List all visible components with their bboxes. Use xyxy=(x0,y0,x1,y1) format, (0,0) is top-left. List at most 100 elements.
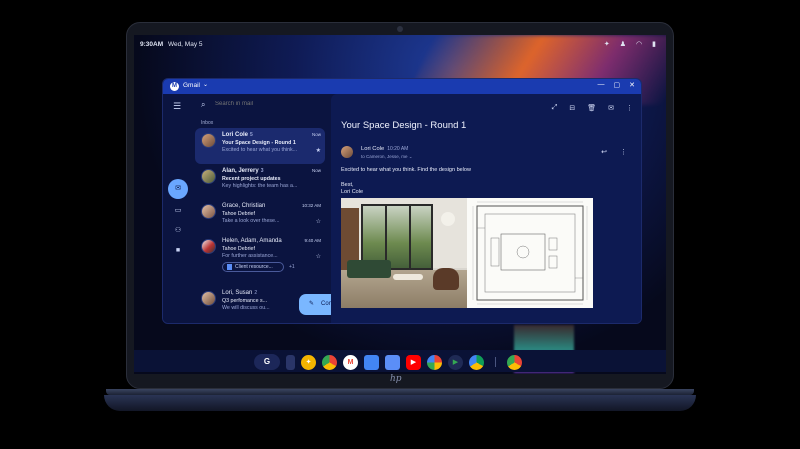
mail-sender: Alan, Jerrery xyxy=(222,168,259,174)
launcher-button[interactable]: G xyxy=(254,354,280,370)
email-recipients-text: to Cameron, Jesse, me xyxy=(361,154,408,159)
play-store-app-icon[interactable]: ▶ xyxy=(448,354,463,370)
spaces-nav-icon[interactable]: ⚇ xyxy=(168,224,188,238)
mail-sender-wrap: Lori Cole 5 xyxy=(222,132,253,138)
email-body-line: Excited to hear what you think. Find the… xyxy=(341,167,471,173)
mail-time: 9:40 AM xyxy=(304,238,321,243)
expand-icon[interactable]: ⤢ xyxy=(552,104,558,112)
search-bar[interactable]: ⌕ xyxy=(201,99,321,113)
gmail-body: ☰ ✉ ▭ ⚇ ■ ⌕ Inbox Lori Cole5 Now Your Sp… xyxy=(163,94,641,323)
mail-time: 10:32 AM xyxy=(301,203,321,208)
mail-subject: Tahoe Debrief xyxy=(222,211,255,217)
search-input[interactable] xyxy=(215,101,315,107)
mail-count: 5 xyxy=(250,132,253,138)
star-icon[interactable]: ☆ xyxy=(316,218,321,225)
email-sender[interactable]: Lori Cole xyxy=(361,146,384,152)
avatar xyxy=(201,133,216,148)
maximize-icon[interactable]: ▢ xyxy=(614,81,621,89)
nav-rail: ☰ ✉ ▭ ⚇ ■ xyxy=(163,94,193,323)
shelf-separator xyxy=(495,357,496,367)
mail-sender-wrap: Helen, Adam, Amanda xyxy=(222,238,282,244)
chevron-down-icon: ⌄ xyxy=(408,154,413,159)
floor-plan-image[interactable] xyxy=(467,198,593,308)
list-item[interactable]: Grace, Christian 10:32 AM Tahoe Debrief … xyxy=(195,199,325,235)
inbox-label: Inbox xyxy=(201,120,214,126)
photo-lamp xyxy=(441,212,455,226)
email-sender-wrap: Lori Cole 10:20 AM xyxy=(361,146,408,152)
phone-hub-icon[interactable] xyxy=(286,354,295,370)
reply-icon[interactable]: ↩ xyxy=(601,148,607,156)
status-time: 9:30AM xyxy=(140,41,164,48)
delete-icon[interactable]: 🗑 xyxy=(587,104,596,112)
avatar xyxy=(201,169,216,184)
more-vert-icon[interactable]: ⋮ xyxy=(626,104,633,112)
interior-photo-image[interactable] xyxy=(341,198,467,308)
list-item[interactable]: Lori Cole 5 Now Your Space Design - Round… xyxy=(195,128,325,164)
mail-subject: Recent project updates xyxy=(222,176,281,182)
mail-subject: Q3 perfomance s... xyxy=(222,298,268,304)
more-vert-icon[interactable]: ⋮ xyxy=(620,148,627,156)
youtube-app-icon[interactable]: ▶ xyxy=(406,354,421,370)
attachment-name: Client resource... xyxy=(235,264,273,270)
mail-preview: Key highlights: the team has a... xyxy=(222,183,298,189)
status-bar: 9:30AM Wed, May 5 ✦ ♟ ◠ ▮ xyxy=(140,40,660,52)
attachment-chip[interactable]: Client resource... xyxy=(222,262,284,272)
mail-sender-wrap: Grace, Christian xyxy=(222,203,265,209)
wifi-icon: ◠ xyxy=(636,41,643,48)
mail-sender: Lori Cole xyxy=(222,132,249,138)
meet-nav-icon[interactable]: ■ xyxy=(168,244,188,258)
mail-nav-icon[interactable]: ✉ xyxy=(168,179,188,199)
laptop-base xyxy=(104,395,696,411)
photo-chair xyxy=(433,268,459,290)
assistant-app-icon[interactable]: ✦ xyxy=(301,354,316,370)
archive-icon[interactable]: ⊟ xyxy=(569,104,575,112)
gmail-app-icon[interactable]: M xyxy=(343,354,358,370)
mail-count: 2 xyxy=(254,290,258,296)
mail-subject: Tahoe Debrief xyxy=(222,246,255,252)
star-icon[interactable]: ☆ xyxy=(316,253,321,260)
calendar-app-icon[interactable] xyxy=(364,354,379,370)
list-item[interactable]: Alan, Jerrery 3 Now Recent project update… xyxy=(195,164,325,200)
chevron-down-icon[interactable]: ⌄ xyxy=(203,81,208,88)
floor-plan-drawing xyxy=(472,201,588,305)
chrome-secondary-app-icon[interactable] xyxy=(507,354,522,370)
chat-nav-icon[interactable]: ▭ xyxy=(168,204,188,218)
mail-sender: Helen, Adam, Amanda xyxy=(222,238,282,244)
window-controls: — ▢ ✕ xyxy=(598,81,636,89)
status-datetime[interactable]: 9:30AM Wed, May 5 xyxy=(140,41,203,48)
minimize-icon[interactable]: — xyxy=(598,81,605,89)
shelf-apps: G ✦ M ▶ ▶ xyxy=(254,353,522,371)
status-icons[interactable]: ✦ ♟ ◠ ▮ xyxy=(604,40,656,48)
mail-time: Now xyxy=(311,168,321,173)
email-actions: ↩ ⋮ xyxy=(601,148,627,156)
mail-time: Now xyxy=(311,132,321,137)
files-app-icon[interactable] xyxy=(385,354,400,370)
camera xyxy=(397,26,403,32)
mail-sender-wrap: Alan, Jerrery 3 xyxy=(222,168,263,174)
photo-table xyxy=(393,274,423,280)
mail-subject: Your Space Design - Round 1 xyxy=(222,140,296,146)
list-item[interactable]: Helen, Adam, Amanda 9:40 AM Tahoe Debrie… xyxy=(195,234,325,284)
chrome-app-icon[interactable] xyxy=(322,354,337,370)
photo-sofa xyxy=(347,260,391,278)
photos-app-icon[interactable] xyxy=(427,354,442,370)
mail-preview: Excited to hear what you think... xyxy=(222,147,298,153)
mail-sender-wrap: Lori, Susan 2 xyxy=(222,290,257,296)
notification-icon: ♟ xyxy=(619,41,627,48)
star-icon[interactable]: ★ xyxy=(316,147,321,154)
email-time: 10:20 AM xyxy=(387,146,409,152)
close-icon[interactable]: ✕ xyxy=(629,81,635,89)
app-title: Gmail xyxy=(183,82,200,89)
reader-toolbar: ⤢ ⊟ 🗑 ✉ ⋮ xyxy=(552,104,633,112)
mark-unread-icon[interactable]: ✉ xyxy=(608,104,614,112)
drive-app-icon[interactable] xyxy=(469,354,484,370)
mail-preview: Take a look over these... xyxy=(222,218,280,224)
mail-preview: For further assistance... xyxy=(222,253,278,259)
email-recipients[interactable]: to Cameron, Jesse, me ⌄ xyxy=(361,154,413,160)
search-icon: ⌕ xyxy=(201,100,206,109)
document-icon xyxy=(227,263,232,270)
gmail-window: M Gmail ⌄ — ▢ ✕ ☰ ✉ ▭ ⚇ ■ ⌕ Inbox Lori xyxy=(162,78,642,324)
window-titlebar[interactable]: M Gmail ⌄ — ▢ ✕ xyxy=(163,79,641,94)
menu-icon[interactable]: ☰ xyxy=(173,101,181,112)
